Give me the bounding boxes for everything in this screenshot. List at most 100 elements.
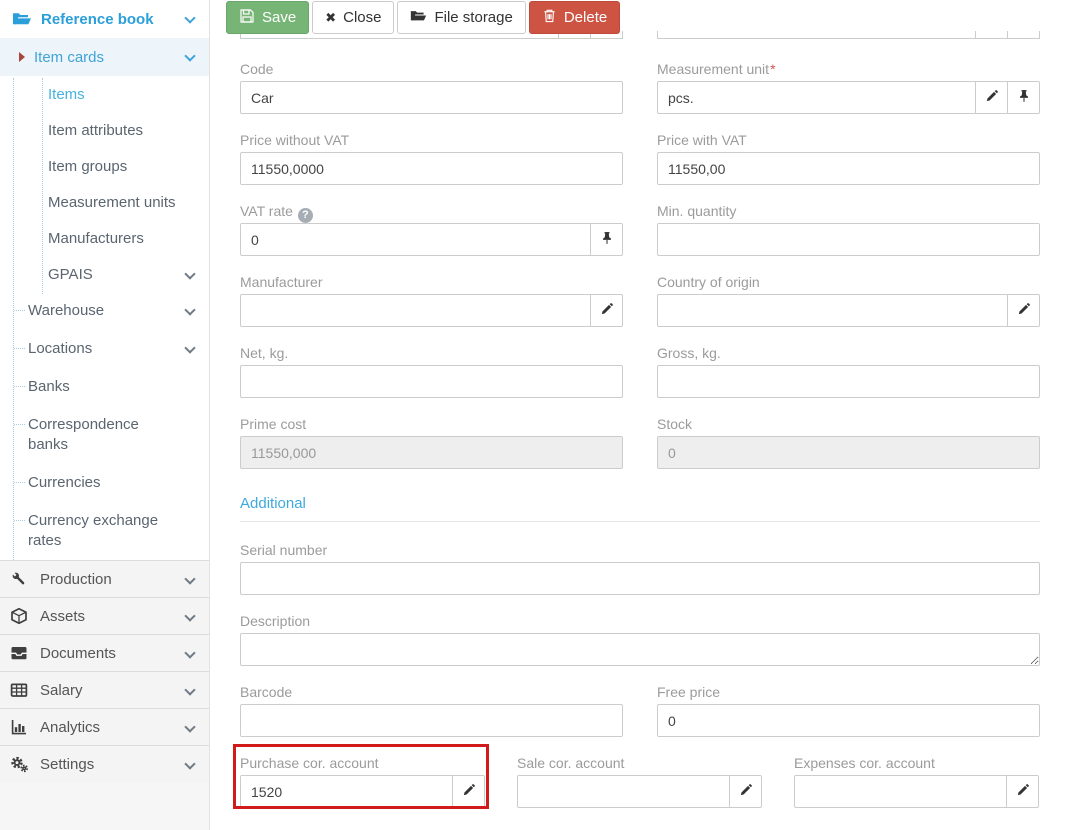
description-label: Description xyxy=(240,613,1040,630)
edit-sale-cor-account-button[interactable] xyxy=(730,775,762,808)
prime-cost-input xyxy=(240,436,623,469)
save-button[interactable]: Save xyxy=(226,1,309,34)
chevron-down-icon xyxy=(184,684,195,695)
edit-country-of-origin-button[interactable] xyxy=(1008,294,1040,327)
file-storage-button[interactable]: File storage xyxy=(397,1,525,34)
sidebar-item-correspondence-banks[interactable]: Correspondence banks xyxy=(0,406,209,464)
sidebar-item-label: Items xyxy=(48,86,85,103)
sidebar-item-warehouse[interactable]: Warehouse xyxy=(0,292,209,330)
sidebar-item-manufacturers[interactable]: Manufacturers xyxy=(0,220,209,256)
manufacturer-label: Manufacturer xyxy=(240,274,623,291)
chevron-down-icon xyxy=(184,758,195,769)
edit-manufacturer-button[interactable] xyxy=(591,294,623,327)
purchase-cor-account-input[interactable] xyxy=(240,775,453,808)
wrench-icon xyxy=(10,570,32,588)
sidebar-item-item-cards[interactable]: Item cards xyxy=(0,38,209,76)
sidebar-item-reference-book[interactable]: Reference book xyxy=(0,0,209,38)
purchase-cor-account-label: Purchase cor. account xyxy=(240,755,485,772)
prime-cost-label: Prime cost xyxy=(240,416,623,433)
free-price-label: Free price xyxy=(657,684,1040,701)
sidebar-item-label: Manufacturers xyxy=(48,230,144,247)
sidebar-item-label: Item attributes xyxy=(48,122,143,139)
chevron-down-icon xyxy=(184,12,195,23)
pin-icon xyxy=(1017,89,1031,106)
edit-expenses-cor-account-button[interactable] xyxy=(1007,775,1039,808)
table-icon xyxy=(10,681,32,699)
chevron-down-icon xyxy=(184,573,195,584)
vat-rate-input[interactable] xyxy=(240,223,591,256)
sidebar-item-gpais[interactable]: GPAIS xyxy=(0,256,209,292)
close-button-label: Close xyxy=(343,9,381,26)
sidebar-item-label: Documents xyxy=(40,645,116,662)
delete-button[interactable]: Delete xyxy=(529,1,620,34)
sidebar-item-label: Banks xyxy=(28,378,70,395)
price-without-vat-input[interactable] xyxy=(240,152,623,185)
sale-cor-account-input[interactable] xyxy=(517,775,730,808)
sidebar-item-label: GPAIS xyxy=(48,266,93,283)
sidebar-item-label: Production xyxy=(40,571,112,588)
sale-cor-account-label: Sale cor. account xyxy=(517,755,762,772)
sidebar-item-settings[interactable]: Settings xyxy=(0,745,209,782)
help-icon[interactable]: ? xyxy=(298,208,313,223)
sidebar-item-production[interactable]: Production xyxy=(0,560,209,597)
measurement-unit-label: Measurement unit* xyxy=(657,61,1040,78)
chevron-down-icon xyxy=(184,268,195,279)
code-input[interactable] xyxy=(240,81,623,114)
bar-chart-icon xyxy=(10,718,32,736)
additional-section-link[interactable]: Additional xyxy=(240,495,1040,512)
chevron-down-icon xyxy=(184,342,195,353)
pin-icon xyxy=(600,231,614,248)
min-quantity-input[interactable] xyxy=(657,223,1040,256)
close-button[interactable]: ✖ Close xyxy=(312,1,394,34)
net-kg-input[interactable] xyxy=(240,365,623,398)
sidebar-item-currency-exchange-rates[interactable]: Currency exchange rates xyxy=(0,502,209,560)
serial-number-input[interactable] xyxy=(240,562,1040,595)
edit-measurement-unit-button[interactable] xyxy=(976,81,1008,114)
net-kg-label: Net, kg. xyxy=(240,345,623,362)
pin-measurement-unit-button[interactable] xyxy=(1008,81,1040,114)
measurement-unit-input[interactable] xyxy=(657,81,976,114)
chevron-down-icon xyxy=(184,50,195,61)
manufacturer-input[interactable] xyxy=(240,294,591,327)
pencil-icon xyxy=(1017,302,1031,319)
toolbar: Save ✖ Close File storage Delete xyxy=(210,0,1067,34)
sidebar-item-measurement-units[interactable]: Measurement units xyxy=(0,184,209,220)
sidebar-item-analytics[interactable]: Analytics xyxy=(0,708,209,745)
price-with-vat-label: Price with VAT xyxy=(657,132,1040,149)
min-quantity-label: Min. quantity xyxy=(657,203,1040,220)
sidebar: Reference book Item cards Items Item att… xyxy=(0,0,210,830)
price-without-vat-label: Price without VAT xyxy=(240,132,623,149)
sidebar-item-label: Currency exchange rates xyxy=(28,512,158,549)
barcode-input[interactable] xyxy=(240,704,623,737)
sidebar-item-item-groups[interactable]: Item groups xyxy=(0,148,209,184)
price-with-vat-input[interactable] xyxy=(657,152,1040,185)
pencil-icon xyxy=(600,302,614,319)
save-icon xyxy=(239,8,255,28)
cube-icon xyxy=(10,607,32,625)
section-divider xyxy=(240,521,1040,522)
folder-open-icon xyxy=(12,11,32,27)
sidebar-item-salary[interactable]: Salary xyxy=(0,671,209,708)
pin-vat-rate-button[interactable] xyxy=(591,223,623,256)
sidebar-item-documents[interactable]: Documents xyxy=(0,634,209,671)
sidebar-item-item-attributes[interactable]: Item attributes xyxy=(0,112,209,148)
stock-label: Stock xyxy=(657,416,1040,433)
description-textarea[interactable] xyxy=(240,633,1040,666)
sidebar-item-currencies[interactable]: Currencies xyxy=(0,464,209,502)
sidebar-item-banks[interactable]: Banks xyxy=(0,368,209,406)
chevron-down-icon xyxy=(184,721,195,732)
sidebar-filler xyxy=(0,782,209,830)
pencil-icon xyxy=(462,783,476,800)
expenses-cor-account-input[interactable] xyxy=(794,775,1007,808)
gross-kg-input[interactable] xyxy=(657,365,1040,398)
country-of-origin-input[interactable] xyxy=(657,294,1008,327)
code-label: Code xyxy=(240,61,623,78)
sidebar-item-label: Assets xyxy=(40,608,85,625)
gears-icon xyxy=(10,755,32,773)
sidebar-item-assets[interactable]: Assets xyxy=(0,597,209,634)
sidebar-item-locations[interactable]: Locations xyxy=(0,330,209,368)
chevron-down-icon xyxy=(184,610,195,621)
sidebar-item-items[interactable]: Items xyxy=(0,76,209,112)
free-price-input[interactable] xyxy=(657,704,1040,737)
edit-purchase-cor-account-button[interactable] xyxy=(453,775,485,808)
